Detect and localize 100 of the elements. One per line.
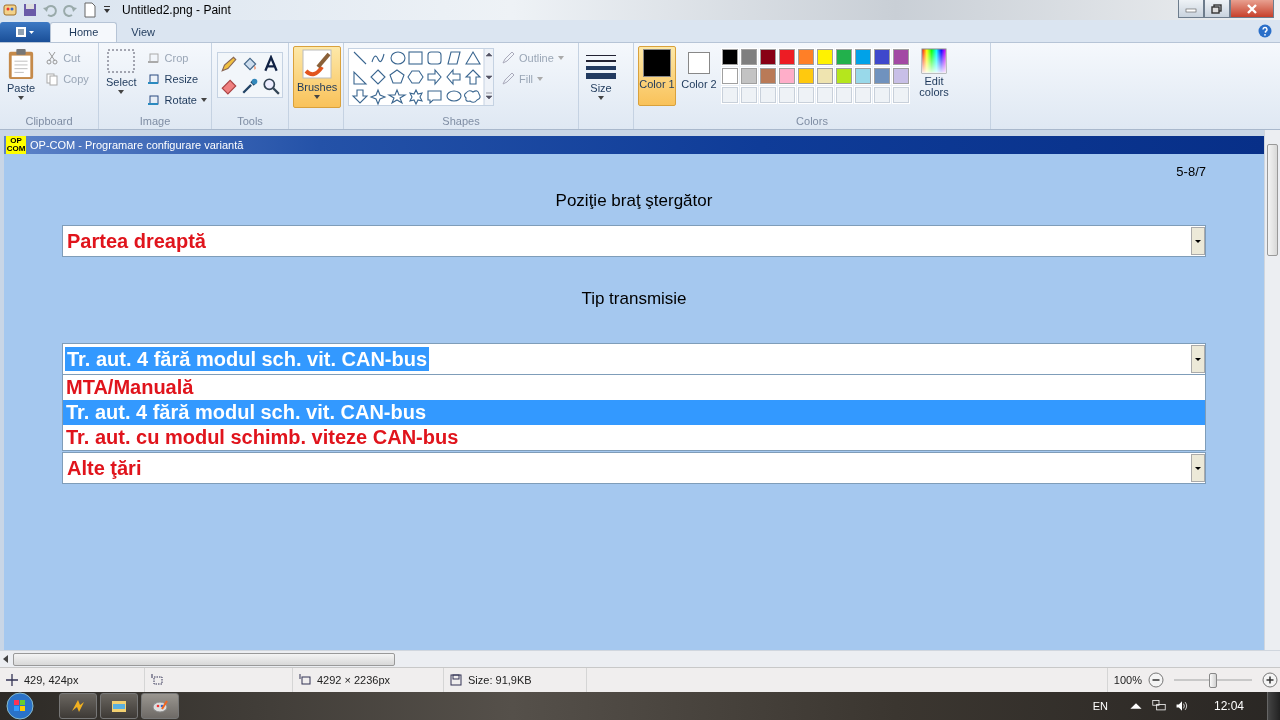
color-spectrum-icon [921,48,947,74]
empty-color-slot[interactable] [817,87,833,103]
taskbar-app-button[interactable] [141,693,179,719]
color-swatch[interactable] [722,49,738,65]
start-button[interactable] [6,692,34,720]
show-desktop-button[interactable] [1267,692,1280,720]
taskbar-app-button[interactable] [100,693,138,719]
color-swatch[interactable] [836,49,852,65]
color-1-button[interactable]: Color 1 [638,46,676,106]
color-swatch[interactable] [855,49,871,65]
empty-color-slot[interactable] [836,87,852,103]
caret-icon [557,56,564,60]
ribbon-tab[interactable]: Home [50,22,118,42]
shapes-gallery[interactable] [348,48,494,106]
fill-bucket-icon[interactable] [241,55,259,73]
zoom-out-icon[interactable] [1148,672,1164,688]
close-icon [1246,3,1258,14]
size-button[interactable]: Size [583,46,619,102]
minimize-button[interactable] [1178,0,1204,18]
pencil-icon[interactable] [220,55,238,73]
color-swatch[interactable] [893,49,909,65]
dropdown-option[interactable]: MTA/Manuală [63,375,1205,400]
app-menu-button[interactable] [0,22,50,42]
window-title: Untitled2.png - Paint [122,3,231,17]
empty-color-slot[interactable] [760,87,776,103]
empty-color-slot[interactable] [855,87,871,103]
close-button[interactable] [1230,0,1274,18]
group-label: Shapes [441,114,481,129]
zoom-in-icon[interactable] [1262,672,1278,688]
color-swatch[interactable] [817,68,833,84]
color-swatch[interactable] [760,68,776,84]
help-icon[interactable] [1258,24,1272,38]
empty-color-slot[interactable] [893,87,909,103]
brush-icon [302,49,333,79]
text-icon[interactable] [262,55,280,73]
empty-color-slot[interactable] [874,87,890,103]
empty-color-slot[interactable] [722,87,738,103]
paint-app-icon[interactable] [2,2,18,18]
caret-icon [314,95,321,99]
caret-icon [201,98,207,102]
zoom-slider-thumb[interactable] [1209,672,1217,688]
clock[interactable]: 12:04 [1213,699,1244,713]
dropdown[interactable]: Alte ţări [62,452,1206,484]
paste-button[interactable]: Paste [4,46,39,102]
color-swatch[interactable] [836,68,852,84]
outline-icon [501,51,515,65]
empty-color-slot[interactable] [798,87,814,103]
fill-icon [501,72,515,86]
rotate-icon [146,93,161,107]
network-icon[interactable] [1151,699,1166,713]
clipboard-icon [7,48,36,80]
dropdown[interactable]: Partea dreaptă [62,225,1206,257]
file-size: Size: 91,9KB [468,674,532,686]
color-swatch[interactable] [817,49,833,65]
vertical-scrollbar[interactable] [1264,130,1280,650]
scroll-left-icon[interactable] [3,655,9,663]
color-swatch[interactable] [741,49,757,65]
ribbon-tab[interactable]: View [117,24,169,42]
color-swatch[interactable] [741,68,757,84]
redo-icon[interactable] [62,2,78,18]
color-swatch[interactable] [779,68,795,84]
zoom-percentage: 100% [1113,674,1142,686]
field-label: Tip transmisie [581,289,687,309]
color-swatch[interactable] [760,49,776,65]
line-thickness-icon [586,54,616,80]
image-action-button[interactable]: Rotate [143,90,210,110]
color-swatch[interactable] [722,68,738,84]
image-size-icon [299,674,311,686]
empty-color-slot[interactable] [741,87,757,103]
empty-color-slot[interactable] [779,87,795,103]
select-button[interactable]: Select [103,46,140,96]
color-swatch[interactable] [798,49,814,65]
color-picker-icon[interactable] [241,77,259,95]
edit-colors-button[interactable]: Edit colors [913,46,955,100]
restore-button[interactable] [1204,0,1230,18]
color-swatch[interactable] [798,68,814,84]
color-swatch[interactable] [855,68,871,84]
color-swatch[interactable] [874,49,890,65]
undo-icon[interactable] [42,2,58,18]
resize-icon [146,72,161,86]
horizontal-scrollbar[interactable] [0,650,1280,667]
color-swatch[interactable] [779,49,795,65]
caret-icon[interactable] [102,5,112,15]
color-2-button[interactable]: Color 2 [680,46,718,106]
brushes-button[interactable]: Brushes [293,46,342,108]
group-label: Clipboard [24,114,74,129]
group-label: Tools [236,114,264,129]
taskbar-app-button[interactable] [59,693,97,719]
language-indicator[interactable]: EN [1092,700,1108,712]
color-swatch[interactable] [893,68,909,84]
color-swatch[interactable] [874,68,890,84]
eraser-icon[interactable] [220,77,238,95]
selection-size-icon [151,674,163,686]
save-icon[interactable] [22,2,38,18]
menu-icon [15,26,35,38]
dropdown-option[interactable]: Tr. aut. cu modul schimb. viteze CAN-bus [63,425,1205,450]
caret-icon [18,96,25,100]
speaker-icon[interactable] [1174,699,1189,713]
image-action-button[interactable]: Resize [143,69,210,89]
magnifier-icon[interactable] [262,77,280,95]
